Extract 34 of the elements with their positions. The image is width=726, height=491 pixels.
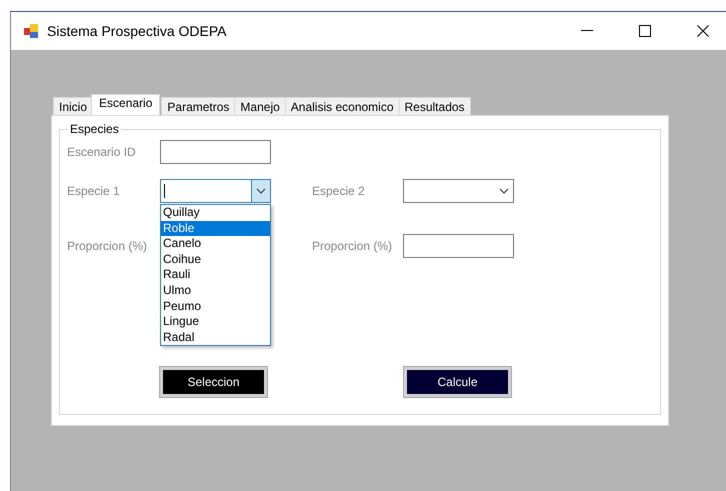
dropdown-option[interactable]: Coihue [161,252,270,268]
tab[interactable]: Analisis economico [284,97,400,115]
tab[interactable]: Manejo [234,97,286,115]
dropdown-option[interactable]: Ulmo [161,282,270,299]
dropdown-option[interactable]: Roble [161,220,270,236]
chevron-down-icon [499,188,509,194]
dropdown-option[interactable]: Peumo [161,298,270,314]
field-label: Especie 2 [312,184,366,198]
action-button[interactable]: Calcule [404,367,511,397]
input-field[interactable] [403,234,514,258]
field-label: Proporcion (%) [312,239,394,253]
text-cursor [164,184,165,198]
field-label: Escenario ID [67,145,137,159]
chevron-down-icon [256,188,266,194]
dropdown-option[interactable]: Lingue [161,314,270,330]
field-label: Proporcion (%) [67,239,148,253]
input-field[interactable] [160,140,271,164]
tab[interactable]: Inicio [53,97,94,115]
tab[interactable]: Parametros [161,97,236,115]
tab[interactable]: Resultados [398,97,471,115]
minimize-icon [581,30,593,32]
dropdown-option[interactable]: Quillay [161,205,270,221]
window-title: Sistema Prospectiva ODEPA [47,23,228,39]
close-icon [697,25,709,37]
dropdown-option[interactable]: Radal [161,330,270,346]
maximize-icon [639,25,651,37]
dropdown-option[interactable]: Canelo [161,236,270,252]
tab[interactable]: Escenario [91,94,160,115]
dropdown-option[interactable]: Rauli [161,267,270,283]
action-button[interactable]: Seleccion [160,367,267,397]
field-label: Especie 1 [67,184,121,198]
app-icon [23,23,39,39]
species-dropdown[interactable] [403,179,514,203]
group-title: Especies [69,122,120,136]
